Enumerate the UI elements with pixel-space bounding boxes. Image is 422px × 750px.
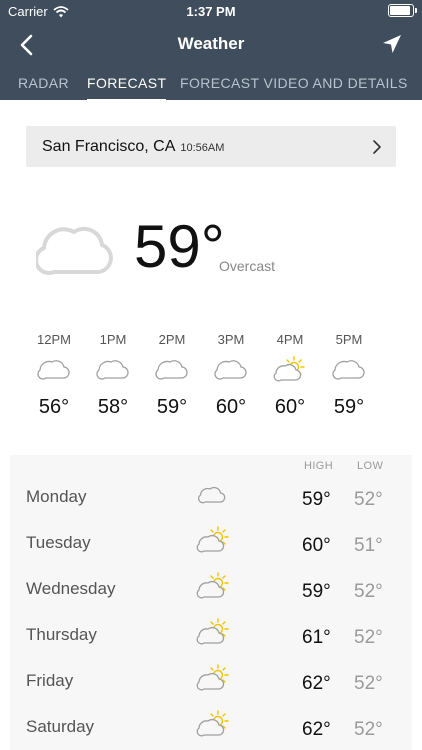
location-time: 10:56AM	[180, 142, 225, 154]
header: Carrier 1:37 PM Weather RADAR FORECAST F…	[0, 0, 422, 100]
page-title: Weather	[177, 34, 245, 53]
tab-bar: RADAR FORECAST FORECAST VIDEO AND DETAIL…	[0, 66, 422, 100]
hourly-item: 1PM 58°	[96, 332, 129, 418]
daily-row: Tuesday 60° 51°	[10, 523, 412, 569]
status-time: 1:37 PM	[186, 4, 236, 19]
tab-radar[interactable]: RADAR	[18, 75, 69, 91]
hourly-item: 4PM 60°	[273, 332, 306, 418]
tab-forecast-video-details[interactable]: FORECAST VIDEO AND DETAILS	[180, 75, 408, 91]
cloud-icon	[198, 486, 226, 504]
partly-sunny-icon	[196, 618, 229, 645]
tab-forecast[interactable]: FORECAST	[87, 75, 167, 100]
daily-forecast: HIGH LOW Monday 59° 52° Tuesday 60° 51° …	[10, 455, 412, 750]
location-city: San Francisco, CA	[42, 138, 176, 155]
daily-row: Monday 59° 52°	[10, 477, 412, 523]
partly-sunny-icon	[196, 664, 229, 691]
hourly-item: 5PM 59°	[332, 332, 365, 418]
partly-sunny-icon	[196, 572, 229, 599]
navbar: Weather	[0, 22, 422, 66]
location-selector[interactable]: San Francisco, CA 10:56AM	[26, 126, 396, 167]
cloud-icon	[214, 360, 247, 380]
location-arrow-icon[interactable]	[380, 32, 404, 56]
current-condition: Overcast	[219, 258, 276, 274]
high-column-header: HIGH	[304, 460, 334, 472]
partly-sunny-icon	[196, 526, 229, 553]
cloud-icon	[96, 360, 129, 380]
partly-sunny-icon	[196, 710, 229, 737]
partly-sunny-icon	[273, 356, 305, 382]
hourly-item: 12PM 56°	[37, 332, 71, 418]
cloud-icon	[155, 360, 188, 380]
hourly-item: 2PM 59°	[155, 332, 188, 418]
daily-row: Friday 62° 52°	[10, 661, 412, 707]
daily-row: Saturday 62° 52°	[10, 707, 412, 750]
chevron-right-icon	[373, 140, 381, 154]
low-column-header: LOW	[357, 460, 384, 472]
battery-icon	[388, 4, 417, 17]
daily-row: Thursday 61° 52°	[10, 615, 412, 661]
cloud-icon	[36, 226, 113, 275]
current-temperature: 59°	[134, 213, 225, 280]
hourly-item: 3PM 60°	[214, 332, 247, 418]
cloud-icon	[332, 360, 365, 380]
hourly-forecast[interactable]: 12PM 56° 1PM 58° 2PM 59° 3PM 60° 4PM 60°…	[0, 330, 422, 430]
daily-row: Wednesday 59° 52°	[10, 569, 412, 615]
cloud-icon	[37, 360, 70, 380]
status-bar: Carrier 1:37 PM	[0, 0, 422, 22]
